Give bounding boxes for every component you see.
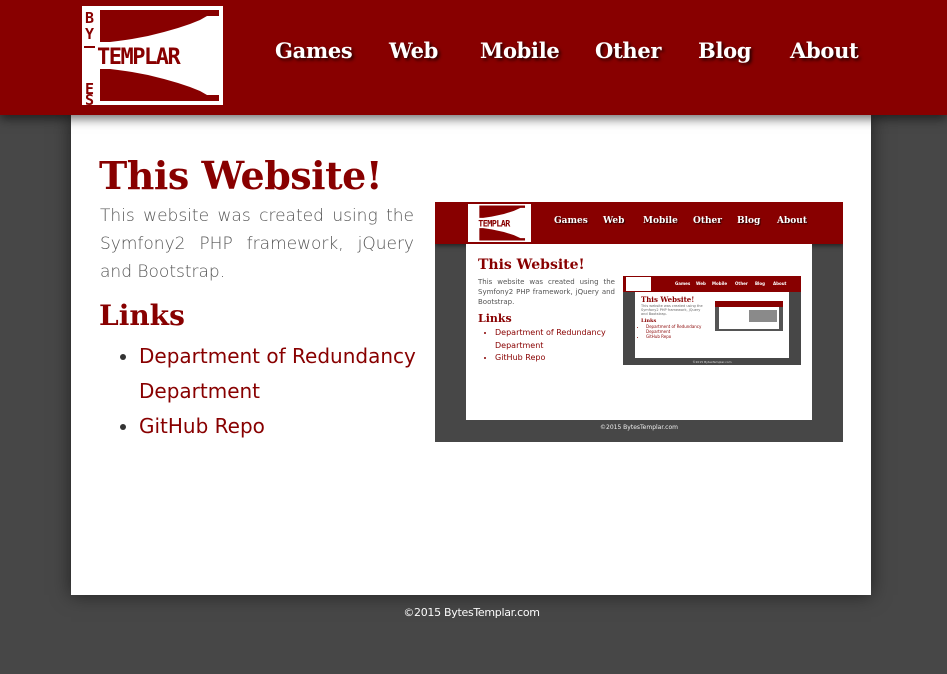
screenshot-logo: TEMPLAR	[468, 204, 531, 242]
site-footer: ©2015 BytesTemplar.com	[403, 606, 540, 619]
nav-web[interactable]: Web	[389, 38, 438, 63]
nested-screenshot: Games Web Mobile Other Blog About This W…	[623, 276, 801, 365]
list-item: GitHub Repo	[646, 334, 706, 339]
screenshot-nav-item: Games	[554, 216, 588, 226]
list-item: Department of Redundancy Department	[495, 327, 620, 352]
nested-links-list: Department of Redundancy Department GitH…	[646, 324, 706, 339]
nested-card: This Website! This website was created u…	[635, 292, 789, 358]
bytes-templar-logo-icon: TEMPLAR	[478, 205, 526, 241]
nested-nav-item: About	[773, 281, 787, 286]
screenshot-nav-item: About	[777, 216, 807, 226]
nested-nav-item: Games	[675, 281, 691, 286]
links-list: Department of Redundancy Department GitH…	[139, 339, 429, 444]
intro-text: This website was created using the Symfo…	[100, 206, 414, 282]
page-title: This Website!	[99, 153, 383, 198]
site-header: B Y E S TEMPLAR Games Web Mobile Other B…	[0, 0, 947, 115]
list-item: Department of Redundancy Department	[139, 339, 429, 409]
nav-games[interactable]: Games	[275, 38, 353, 63]
nested-nav-item: Web	[696, 281, 706, 286]
website-screenshot: TEMPLAR Games Web Mobile Other Blog Abou…	[435, 202, 843, 442]
nested-footer: ©2015 BytesTemplar.com	[692, 360, 732, 364]
screenshot-nav-item: Blog	[737, 216, 761, 226]
screenshot-links-list: Department of Redundancy Department GitH…	[495, 327, 620, 365]
screenshot-intro: This website was created using the Symfo…	[478, 278, 615, 306]
nav-mobile[interactable]: Mobile	[480, 38, 560, 63]
screenshot-links-heading: Links	[478, 312, 512, 325]
nested-nav-item: Other	[735, 281, 748, 286]
link-github-repo[interactable]: GitHub Repo	[139, 414, 265, 438]
thumbnail-card	[719, 307, 779, 329]
nested-nav-item: Mobile	[712, 281, 728, 286]
list-item: GitHub Repo	[139, 409, 429, 444]
screenshot-card: This Website! This website was created u…	[466, 244, 812, 420]
screenshot-nav-item: Web	[603, 216, 625, 226]
links-heading: Links	[99, 299, 185, 332]
screenshot-title: This Website!	[478, 257, 585, 273]
main-nav: Games Web Mobile Other Blog About	[0, 0, 947, 115]
nav-other[interactable]: Other	[595, 38, 661, 63]
nav-about[interactable]: About	[790, 38, 859, 63]
link-redundancy-department[interactable]: Department of Redundancy Department	[139, 344, 416, 403]
nested-intro: This website was created using the Symfo…	[641, 304, 703, 316]
list-item: GitHub Repo	[495, 352, 620, 365]
svg-text:TEMPLAR: TEMPLAR	[478, 218, 511, 228]
thumbnail-image	[749, 310, 777, 322]
nested-screenshot-thumbnail	[715, 301, 783, 331]
nested-header: Games Web Mobile Other Blog About	[623, 276, 801, 292]
screenshot-footer: ©2015 BytesTemplar.com	[600, 424, 678, 431]
screenshot-nav-item: Other	[693, 216, 723, 226]
screenshot-header: TEMPLAR Games Web Mobile Other Blog Abou…	[435, 202, 843, 244]
nested-title: This Website!	[641, 295, 695, 304]
screenshot-nav-item: Mobile	[643, 216, 678, 226]
nested-logo	[626, 277, 651, 291]
nav-blog[interactable]: Blog	[698, 38, 752, 63]
nested-nav-item: Blog	[755, 281, 766, 286]
list-item: Department of Redundancy Department	[646, 324, 706, 334]
content-card: This Website! This website was created u…	[71, 115, 871, 595]
